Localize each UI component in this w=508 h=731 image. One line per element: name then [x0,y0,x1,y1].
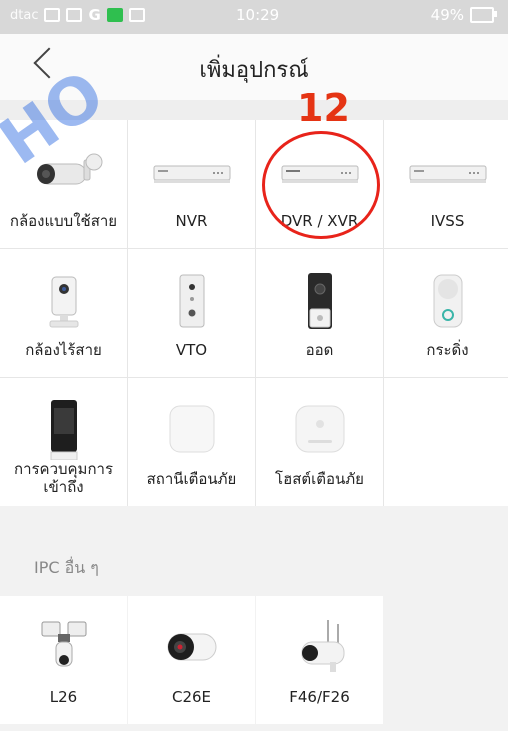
section-title: IPC อื่น ๆ [34,558,99,577]
device-label-line2: เข้าถึง [43,478,84,496]
alarm-station-icon [152,400,232,460]
device-tile-l26[interactable]: L26 [0,596,127,724]
google-icon: G [88,6,101,24]
step-number-annotation: 12 [297,86,350,130]
device-tile-wireless-camera[interactable]: กล้องไร้สาย [0,249,127,377]
device-label: การควบคุมการ เข้าถึง [0,460,127,496]
access-control-icon [24,400,104,460]
device-label: F46/F26 [289,688,350,706]
download-icon [128,8,145,22]
other-ipc-grid: L26 C26E F46/F26 [0,596,508,724]
status-right: 49% [430,6,497,24]
device-label: สถานีเตือนภัย [146,470,237,488]
nvr-box-icon [152,142,232,202]
bullet-camera-icon [24,142,104,202]
mini-bullet-camera-icon [152,618,232,678]
app-icon [106,8,123,22]
device-label-line1: การควบคุมการ [13,460,114,478]
device-tile-c26e[interactable]: C26E [128,596,255,724]
floodlight-camera-icon [24,618,104,678]
page-title: เพิ่มอุปกรณ์ [199,58,309,83]
device-tile-alarm-hub[interactable]: โฮสต์เตือนภัย [256,378,383,506]
status-left: dtac G [10,6,145,24]
carrier-label: dtac [10,7,39,23]
status-bar: dtac G 10:29 49% [0,0,508,34]
section-header-other-ipc: IPC อื่น ๆ [0,526,508,596]
device-tile-vto[interactable]: VTO [128,249,255,377]
device-tile-doorbell[interactable]: ออด [256,249,383,377]
app-header: เพิ่มอุปกรณ์ [0,34,508,100]
device-label: C26E [171,688,212,706]
device-label: กล้องไร้สาย [25,341,102,359]
device-label: กล้องแบบใช้สาย [9,212,118,230]
device-tile-access-control[interactable]: การควบคุมการ เข้าถึง [0,378,127,506]
status-time: 10:29 [236,6,280,24]
device-tile-ivss[interactable]: IVSS [384,120,508,248]
wifi-bullet-camera-icon [280,618,360,678]
battery-icon [470,7,497,23]
doorbell-icon [280,271,360,331]
device-label: NVR [175,212,208,230]
alarm-hub-icon [280,400,360,460]
device-label: ออด [305,341,334,359]
header-divider [0,100,508,120]
empty-tile [384,596,508,724]
vto-intercom-icon [152,271,232,331]
device-label: โฮสต์เตือนภัย [275,470,364,488]
device-tile-nvr[interactable]: NVR [128,120,255,248]
device-tile-chime[interactable]: กระดิ่ง [384,249,508,377]
device-label: IVSS [430,212,465,230]
device-tile-f46-f26[interactable]: F46/F26 [256,596,383,724]
ivss-box-icon [408,142,488,202]
cube-camera-icon [24,271,104,331]
chime-icon [408,271,488,331]
device-label: L26 [49,688,78,706]
highlight-circle-annotation [262,131,380,239]
gallery-icon [66,8,83,22]
empty-tile [384,378,508,506]
battery-percent: 49% [430,6,464,24]
device-label: กระดิ่ง [426,341,469,359]
device-label: VTO [175,341,208,359]
wifi-icon [44,8,61,22]
device-tile-alarm-station[interactable]: สถานีเตือนภัย [128,378,255,506]
device-grid: กล้องแบบใช้สาย NVR DVR / XVR IVSS กล้องไ… [0,120,508,506]
device-tile-wired-camera[interactable]: กล้องแบบใช้สาย [0,120,127,248]
